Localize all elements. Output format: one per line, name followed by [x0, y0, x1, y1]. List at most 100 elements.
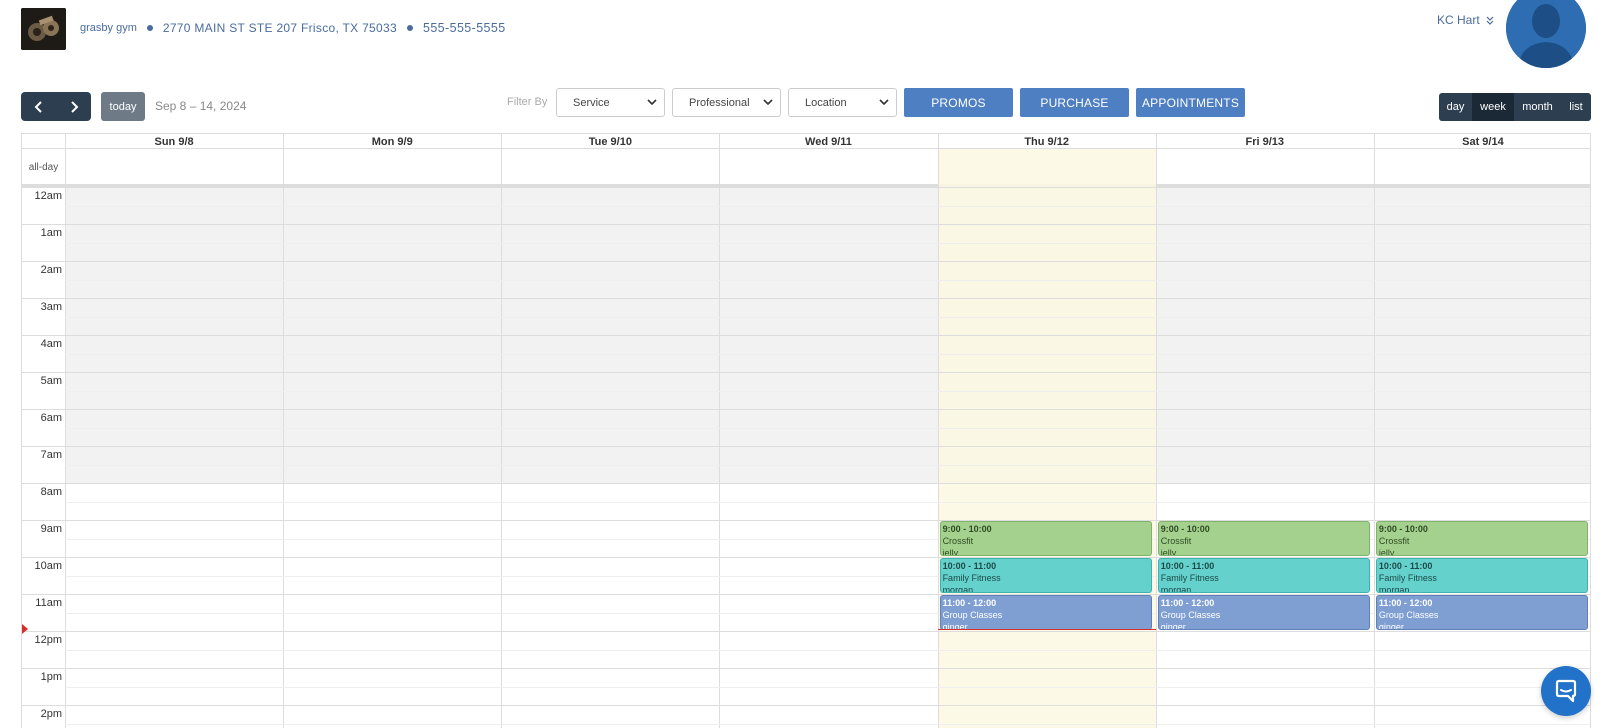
calendar-event[interactable]: 11:00 - 12:00 Group Classes ginger	[1375, 595, 1588, 630]
separator-dot	[406, 25, 413, 31]
professional-filter-value: Professional	[689, 96, 750, 109]
hour-line	[22, 372, 1590, 373]
gym-address: 2770 MAIN ST STE 207 Frisco, TX 75033	[162, 21, 397, 35]
hour-line	[22, 446, 1590, 447]
event-staff: morgan	[1378, 585, 1410, 593]
hour-label: 3am	[40, 301, 62, 313]
event-staff: morgan	[942, 585, 974, 593]
view-month-button[interactable]: month	[1514, 93, 1561, 121]
hour-label: 9am	[40, 523, 62, 535]
event-time: 11:00 - 12:00	[1378, 598, 1433, 608]
column-divider	[1155, 133, 1157, 728]
chevron-down-icon	[763, 99, 773, 106]
hour-line	[22, 483, 1590, 484]
axis-header	[22, 133, 65, 149]
hour-label: 5am	[40, 375, 62, 387]
gym-name[interactable]: grasby gym	[80, 22, 137, 34]
hour-label: 1pm	[40, 671, 62, 683]
today-button[interactable]: today	[101, 92, 145, 121]
hour-line	[22, 409, 1590, 410]
event-title: Group Classes	[942, 610, 1003, 620]
service-filter-value: Service	[573, 96, 610, 109]
half-hour-line	[65, 427, 1590, 429]
now-indicator-arrow	[22, 624, 28, 635]
half-hour-line	[65, 723, 1590, 725]
gym-logo	[21, 8, 66, 50]
view-week-button[interactable]: week	[1472, 93, 1514, 121]
day-header[interactable]: Sat 9/14	[1373, 133, 1590, 149]
half-hour-line	[65, 649, 1590, 651]
promos-button[interactable]: PROMOS	[904, 88, 1013, 117]
chevron-left-icon	[34, 100, 42, 113]
hour-label: 2am	[40, 264, 62, 276]
separator-dot	[146, 25, 153, 31]
event-time: 10:00 - 11:00	[1160, 561, 1215, 571]
half-hour-line	[65, 316, 1590, 318]
calendar-event[interactable]: 10:00 - 11:00 Family Fitness morgan	[1375, 558, 1588, 593]
gym-phone[interactable]: 555-555-5555	[423, 21, 506, 35]
event-title: Family Fitness	[1378, 573, 1437, 583]
hour-line	[22, 335, 1590, 336]
calendar-event[interactable]: 9:00 - 10:00 Crossfit jelly	[939, 521, 1152, 556]
hour-label: 8am	[40, 486, 62, 498]
today-column-highlight	[937, 149, 1156, 728]
event-title: Crossfit	[1378, 536, 1410, 546]
hour-label: 12pm	[34, 634, 62, 646]
day-header[interactable]: Sun 9/8	[65, 133, 284, 149]
next-week-button[interactable]	[56, 92, 91, 121]
week-navigation	[21, 92, 91, 121]
week-calendar: all-day Sun 9/8 Mon 9/9 Tue 9/10 Wed 9/11 Th…	[21, 133, 1591, 728]
event-staff: jelly	[942, 548, 959, 556]
event-time: 9:00 - 10:00	[1378, 524, 1428, 534]
double-chevron-down-icon	[1486, 16, 1494, 25]
hour-line	[22, 298, 1590, 299]
hour-line	[22, 631, 1590, 632]
calendar-event[interactable]: 11:00 - 12:00 Group Classes ginger	[1157, 595, 1370, 630]
purchase-button[interactable]: PURCHASE	[1020, 88, 1129, 117]
view-day-button[interactable]: day	[1439, 93, 1472, 121]
half-hour-line	[65, 390, 1590, 392]
half-hour-line	[65, 353, 1590, 355]
event-time: 11:00 - 12:00	[942, 598, 997, 608]
filter-label: Filter By	[507, 96, 548, 108]
event-time: 10:00 - 11:00	[942, 561, 997, 571]
column-divider	[937, 133, 939, 728]
event-time: 10:00 - 11:00	[1378, 561, 1433, 571]
half-hour-line	[65, 242, 1590, 244]
hour-line	[22, 261, 1590, 262]
column-divider	[283, 133, 285, 728]
hour-label: 1am	[40, 227, 62, 239]
avatar[interactable]	[1506, 0, 1586, 68]
day-header[interactable]: Fri 9/13	[1155, 133, 1374, 149]
location-filter-value: Location	[805, 96, 847, 109]
day-header[interactable]: Tue 9/10	[501, 133, 720, 149]
day-header[interactable]: Mon 9/9	[283, 133, 502, 149]
prev-week-button[interactable]	[21, 92, 56, 121]
service-filter-select[interactable]: Service	[556, 88, 665, 117]
hour-label: 2pm	[40, 708, 62, 720]
day-header[interactable]: Thu 9/12	[937, 133, 1156, 149]
event-time: 9:00 - 10:00	[1160, 524, 1210, 534]
column-divider	[65, 133, 66, 728]
calendar-event[interactable]: 9:00 - 10:00 Crossfit jelly	[1375, 521, 1588, 556]
user-menu[interactable]: KC Hart	[1437, 13, 1494, 27]
hour-line	[22, 224, 1590, 225]
calendar-event[interactable]: 9:00 - 10:00 Crossfit jelly	[1157, 521, 1370, 556]
half-hour-line	[65, 464, 1590, 466]
location-filter-select[interactable]: Location	[788, 88, 897, 117]
hour-label: 7am	[40, 449, 62, 461]
calendar-event[interactable]: 10:00 - 11:00 Family Fitness morgan	[939, 558, 1152, 593]
event-staff: jelly	[1160, 548, 1177, 556]
calendar-event[interactable]: 11:00 - 12:00 Group Classes ginger	[939, 595, 1152, 630]
appointments-button[interactable]: APPOINTMENTS	[1136, 88, 1245, 117]
half-hour-line	[65, 279, 1590, 281]
chat-button[interactable]	[1541, 666, 1591, 716]
allday-label: all-day	[28, 161, 59, 173]
event-staff: ginger	[1160, 622, 1186, 630]
view-switcher: day week month list	[1439, 93, 1591, 121]
day-header[interactable]: Wed 9/11	[719, 133, 938, 149]
calendar-event[interactable]: 10:00 - 11:00 Family Fitness morgan	[1157, 558, 1370, 593]
event-title: Crossfit	[942, 536, 974, 546]
view-list-button[interactable]: list	[1561, 93, 1591, 121]
professional-filter-select[interactable]: Professional	[672, 88, 781, 117]
